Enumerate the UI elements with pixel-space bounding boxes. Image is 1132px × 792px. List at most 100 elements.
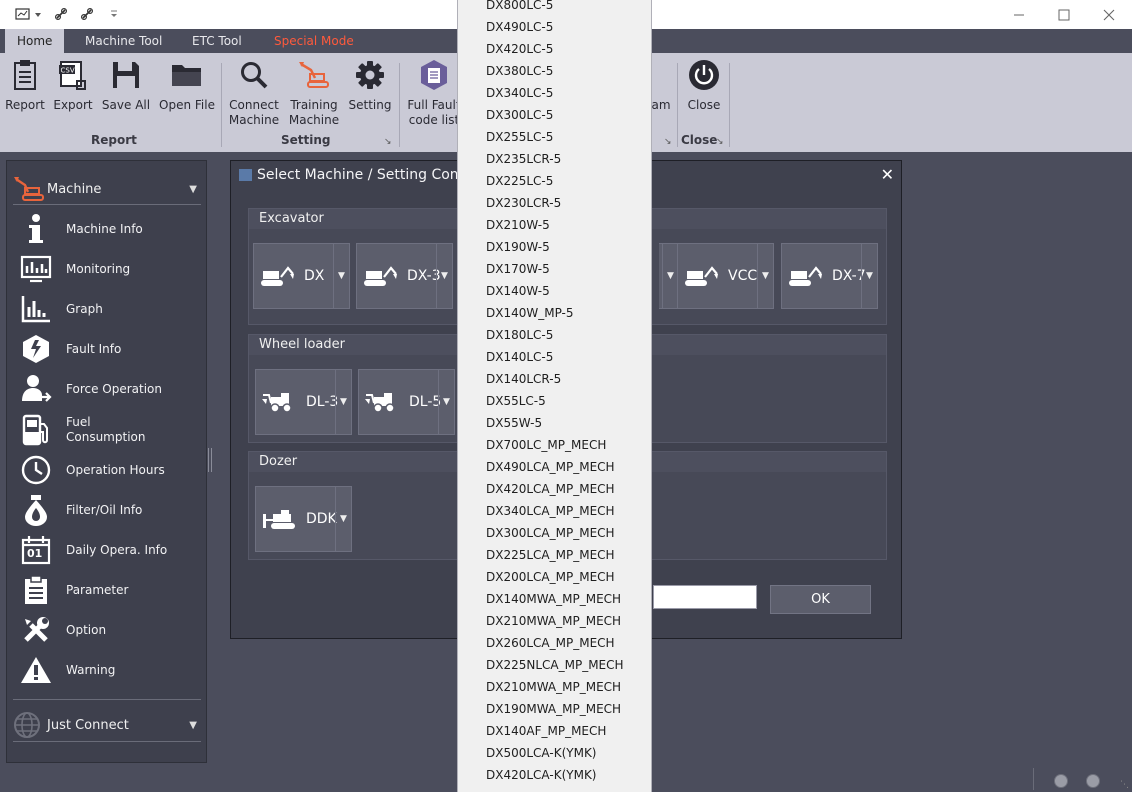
dropdown-item[interactable]: DX210W-5 — [486, 214, 550, 236]
full-fault-code-list-button[interactable]: Full Fault code list — [405, 57, 463, 133]
dropdown-item[interactable]: DX700LC_MP_MECH — [486, 434, 606, 456]
nav-item-parameter[interactable]: Parameter — [19, 570, 201, 610]
dropdown-item[interactable]: DX490LC-5 — [486, 16, 553, 38]
machine-button-dx-3[interactable]: DX-3 ▼ — [356, 243, 453, 309]
ok-button[interactable]: OK — [770, 585, 871, 614]
dropdown-item[interactable]: DX140LCR-5 — [486, 368, 561, 390]
chevron-down-icon[interactable]: ▼ — [335, 487, 351, 551]
dropdown-item[interactable]: DX340LCA_MP_MECH — [486, 500, 615, 522]
nav-item-force-operation[interactable]: Force Operation — [19, 369, 201, 409]
nav-item-operation-hours[interactable]: Operation Hours — [19, 450, 201, 490]
dropdown-item[interactable]: DX300LC-5 — [486, 104, 553, 126]
dropdown-item[interactable]: DX55LC-5 — [486, 390, 546, 412]
training-machine-button[interactable]: Training Machine — [288, 57, 340, 133]
nav-item-machine-info[interactable]: Machine Info — [19, 209, 201, 249]
open-file-button[interactable]: Open File — [158, 57, 216, 133]
dropdown-item[interactable]: DX500LCA-K(YMK) — [486, 742, 597, 764]
tab-machine-tool[interactable]: Machine Tool — [73, 29, 174, 53]
tab-etc-tool[interactable]: ETC Tool — [180, 29, 254, 53]
clipboard-icon — [19, 573, 53, 607]
machine-button-dx[interactable]: DX ▼ — [253, 243, 350, 309]
close-icon[interactable]: ✕ — [881, 165, 894, 184]
dialog-launcher-icon[interactable]: ↘ — [384, 137, 392, 147]
nav-item-warning[interactable]: Warning — [19, 650, 201, 690]
save-all-button[interactable]: Save All — [100, 57, 152, 133]
dropdown-item[interactable]: DX190W-5 — [486, 236, 550, 258]
setting-label: Setting — [348, 98, 392, 112]
dropdown-item[interactable]: DX140W_MP-5 — [486, 302, 574, 324]
just-connect-header[interactable]: Just Connect ▼ — [13, 711, 201, 739]
chevron-down-icon[interactable]: ▼ — [861, 244, 877, 308]
dropdown-item[interactable]: DX170W-5 — [486, 258, 550, 280]
report-button[interactable]: Report — [4, 57, 46, 133]
dropdown-item[interactable]: DX55W-5 — [486, 412, 542, 434]
dropdown-item[interactable]: DX140LC-5 — [486, 346, 553, 368]
dropdown-item[interactable]: DX210MWA_MP_MECH — [486, 676, 621, 698]
nav-item-option[interactable]: Option — [19, 610, 201, 650]
dropdown-item[interactable]: DX420LCA-K(YMK) — [486, 764, 597, 786]
machine-button-vcc[interactable]: VCC ▼ — [677, 243, 774, 309]
connection-input[interactable] — [653, 585, 757, 609]
nav-item-fuel-consumption[interactable]: Fuel Consumption — [19, 410, 201, 450]
tab-home[interactable]: Home — [5, 29, 65, 53]
nav-item-label: Option — [66, 623, 107, 637]
chevron-down-icon[interactable]: ▼ — [438, 370, 454, 434]
dropdown-item[interactable]: DX420LCA_MP_MECH — [486, 478, 615, 500]
machine-button-dl-5[interactable]: DL-5 ▼ — [358, 369, 455, 435]
customize-icon[interactable] — [108, 6, 120, 22]
machine-section-header[interactable]: Machine ▼ — [13, 175, 201, 203]
nav-item-graph[interactable]: Graph — [19, 289, 201, 329]
chevron-down-icon[interactable]: ▼ — [333, 244, 349, 308]
panel-splitter[interactable] — [208, 448, 212, 472]
dropdown-item[interactable]: DX140MWA_MP_MECH — [486, 588, 621, 610]
dropdown-item[interactable]: DX380LC-5 — [486, 60, 553, 82]
dropdown-item[interactable]: DX260LCA_MP_MECH — [486, 632, 615, 654]
close-button[interactable]: Close — [684, 57, 724, 133]
nav-item-monitoring[interactable]: Monitoring — [19, 249, 201, 289]
chevron-down-icon[interactable]: ▼ — [757, 244, 773, 308]
dropdown-item[interactable]: DX340LC-5 — [486, 82, 553, 104]
close-icon[interactable] — [1086, 0, 1132, 29]
machine-button-dx-7[interactable]: DX-7 ▼ — [781, 243, 878, 309]
nav-item-daily-opera-info[interactable]: 01 Daily Opera. Info — [19, 530, 201, 570]
dropdown-item[interactable]: DX225LCA_MP_MECH — [486, 544, 615, 566]
dropdown-item[interactable]: DX140AF_MP_MECH — [486, 720, 606, 742]
machine-button-partial[interactable]: ▼ — [659, 243, 679, 309]
dropdown-item[interactable]: DX200LCA_MP_MECH — [486, 566, 615, 588]
model-dropdown-list[interactable]: DX800LC-5 DX490LC-5 DX420LC-5 DX380LC-5 DX34… — [457, 0, 652, 792]
chevron-down-icon[interactable]: ▼ — [662, 244, 678, 308]
dropdown-item[interactable]: DX255LC-5 — [486, 126, 553, 148]
dropdown-item[interactable]: DX140W-5 — [486, 280, 550, 302]
export-button[interactable]: CSV Export — [52, 57, 94, 133]
dropdown-item[interactable]: DX180LC-5 — [486, 324, 553, 346]
dialog-launcher-icon[interactable]: ↘ — [716, 137, 724, 147]
dropdown-item[interactable]: DX190MWA_MP_MECH — [486, 698, 621, 720]
nav-item-fault-info[interactable]: Fault Info — [19, 329, 201, 369]
connect-machine-button[interactable]: Connect Machine — [228, 57, 280, 133]
nav-item-filter-oil-info[interactable]: Filter/Oil Info — [19, 490, 201, 530]
dropdown-item[interactable]: DX230LCR-5 — [486, 192, 561, 214]
tab-special-mode[interactable]: Special Mode — [262, 29, 366, 53]
dropdown-item[interactable]: DX225NLCA_MP_MECH — [486, 654, 624, 676]
dropdown-item[interactable]: DX225LC-5 — [486, 170, 553, 192]
chevron-down-icon[interactable]: ▼ — [189, 720, 197, 731]
chevron-down-icon[interactable]: ▼ — [189, 184, 197, 195]
machine-button-dl-3[interactable]: DL-3 ▼ — [255, 369, 352, 435]
app-menu-icon[interactable] — [14, 6, 44, 22]
chevron-down-icon[interactable]: ▼ — [335, 370, 351, 434]
dropdown-item[interactable]: DX210MWA_MP_MECH — [486, 610, 621, 632]
resize-grip-icon[interactable]: ⋱ — [1120, 780, 1129, 790]
chevron-down-icon[interactable]: ▼ — [436, 244, 452, 308]
dropdown-item[interactable]: DX300LCA_MP_MECH — [486, 522, 615, 544]
minimize-icon[interactable] — [996, 0, 1042, 29]
link-icon[interactable] — [52, 6, 70, 22]
setting-button[interactable]: Setting — [346, 57, 394, 133]
maximize-icon[interactable] — [1041, 0, 1087, 29]
dropdown-item[interactable]: DX800LC-5 — [486, 0, 553, 16]
machine-button-ddk[interactable]: DDK ▼ — [255, 486, 352, 552]
dialog-launcher-icon[interactable]: ↘ — [664, 137, 672, 147]
link-icon[interactable] — [78, 6, 96, 22]
dropdown-item[interactable]: DX235LCR-5 — [486, 148, 561, 170]
dropdown-item[interactable]: DX420LC-5 — [486, 38, 553, 60]
dropdown-item[interactable]: DX490LCA_MP_MECH — [486, 456, 615, 478]
